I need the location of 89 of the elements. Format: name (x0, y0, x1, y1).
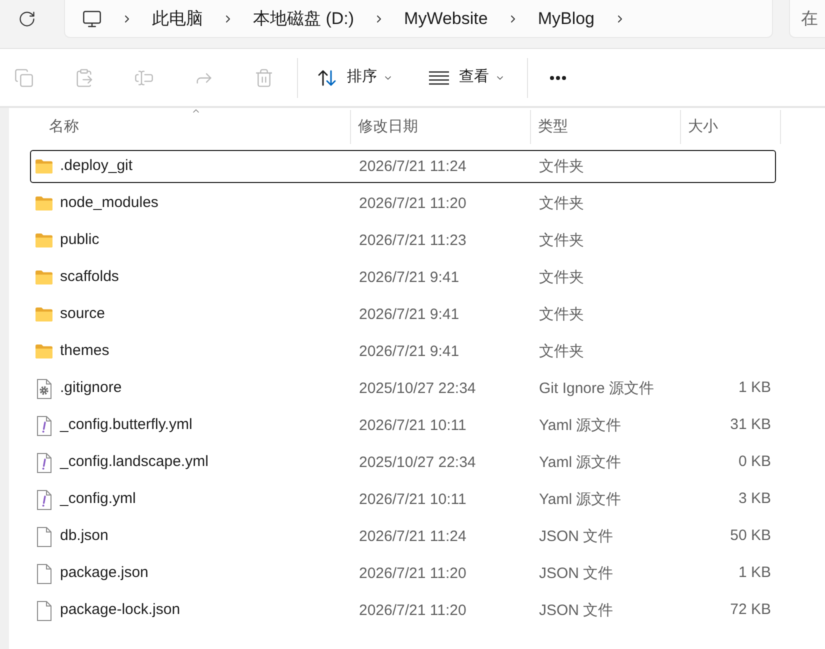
file-row[interactable]: package.json 2026/7/21 11:20 JSON 文件 1 KB (30, 557, 776, 590)
folder-icon (35, 196, 53, 211)
file-row[interactable]: node_modules 2026/7/21 11:20 文件夹 (30, 187, 776, 220)
file-name: node_modules (60, 193, 158, 214)
breadcrumb-item[interactable]: MyWebsite (404, 6, 488, 30)
refresh-icon (18, 10, 36, 28)
file-name: db.json (60, 526, 108, 546)
file-size: 1 KB (738, 563, 771, 584)
folder-icon (35, 159, 53, 174)
breadcrumb-item[interactable]: 此电脑 (152, 6, 203, 30)
folder-icon (35, 307, 53, 322)
file-name: source (60, 304, 106, 324)
file-row[interactable]: source 2026/7/21 9:41 文件夹 (30, 298, 776, 331)
breadcrumb-item[interactable]: MyBlog (538, 6, 594, 30)
view-button[interactable]: 查看 (418, 58, 515, 98)
exclamation-file-icon (36, 452, 52, 472)
file-type: 文件夹 (539, 342, 584, 360)
file-row[interactable]: public 2026/7/21 11:23 文件夹 (30, 224, 776, 257)
file-type: 文件夹 (539, 158, 584, 174)
file-type: 文件夹 (539, 194, 584, 212)
file-name: _config.yml (60, 489, 136, 510)
file-type: 文件夹 (539, 268, 584, 286)
exclamation-file-icon (36, 416, 52, 436)
column-header[interactable]: 名称 (30, 110, 351, 144)
file-type: JSON 文件 (539, 564, 614, 582)
file-icon (36, 526, 52, 546)
modified-date: 2025/10/27 22:34 (359, 380, 476, 396)
modified-date: 2026/7/21 11:23 (359, 232, 466, 248)
file-name: _config.landscape.yml (60, 452, 208, 472)
folder-icon (35, 233, 53, 248)
monitor-icon[interactable] (82, 8, 102, 28)
file-row[interactable]: _config.butterfly.yml 2026/7/21 10:11 Yaml 源文件 31 KB (30, 409, 776, 442)
file-row[interactable]: .gitignore 2025/10/27 22:34 Git Ignore 源文件 1 KB (30, 372, 776, 405)
modified-date: 2026/7/21 10:11 (359, 416, 466, 434)
address-bar[interactable]: 此电脑 本地磁盘 (D:) MyWebsite MyBlog (64, 0, 773, 38)
file-type: 文件夹 (539, 306, 584, 322)
modified-date: 2026/7/21 9:41 (359, 306, 460, 322)
gear-file-icon (36, 378, 52, 398)
file-row[interactable]: scaffolds 2026/7/21 9:41 文件夹 (30, 261, 776, 294)
file-type: Yaml 源文件 (539, 454, 622, 470)
more-icon (550, 76, 566, 80)
file-type: Yaml 源文件 (539, 416, 622, 434)
file-size: 0 KB (738, 452, 771, 472)
exclamation-file-icon (36, 490, 52, 510)
column-header[interactable]: 类型 (531, 110, 681, 144)
folder-icon (35, 344, 53, 359)
file-row[interactable]: .deploy_git 2026/7/21 11:24 文件夹 (30, 150, 776, 183)
modified-date: 2026/7/21 9:41 (359, 342, 460, 360)
file-row[interactable]: _config.yml 2026/7/21 10:11 Yaml 源文件 3 KB (30, 483, 776, 516)
modified-date: 2026/7/21 11:24 (359, 528, 466, 544)
file-name: .gitignore (60, 378, 122, 398)
file-type: Yaml 源文件 (539, 490, 622, 508)
lines-icon (429, 70, 449, 84)
sort-button[interactable]: 排序 (306, 58, 403, 98)
modified-date: 2026/7/21 10:11 (359, 490, 466, 508)
file-type: 文件夹 (539, 232, 584, 248)
file-name: themes (60, 341, 110, 362)
modified-date: 2025/10/27 22:34 (359, 454, 476, 470)
file-type: JSON 文件 (539, 602, 614, 618)
file-row[interactable]: db.json 2026/7/21 11:24 JSON 文件 50 KB (30, 520, 776, 553)
file-type: Git Ignore 源文件 (539, 380, 654, 396)
file-name: package.json (60, 563, 148, 584)
file-size: 3 KB (738, 489, 771, 510)
modified-date: 2026/7/21 11:20 (359, 194, 466, 212)
file-name: scaffolds (60, 267, 119, 288)
file-icon (36, 564, 52, 584)
modified-date: 2026/7/21 9:41 (359, 268, 460, 286)
file-row[interactable]: _config.landscape.yml 2025/10/27 22:34 Yaml 源文件 0 KB (30, 446, 776, 479)
file-row[interactable]: themes 2026/7/21 9:41 文件夹 (30, 335, 776, 368)
column-header[interactable]: 修改日期 (351, 110, 531, 144)
folder-icon (35, 270, 53, 285)
file-name: .deploy_git (60, 156, 133, 176)
modified-date: 2026/7/21 11:20 (359, 602, 466, 618)
file-type: JSON 文件 (539, 528, 614, 544)
modified-date: 2026/7/21 11:20 (359, 564, 466, 582)
search-field[interactable]: 在 (789, 0, 825, 38)
file-size: 1 KB (738, 378, 771, 398)
file-size: 50 KB (730, 526, 771, 546)
file-name: package-lock.json (60, 600, 180, 620)
file-icon (36, 600, 52, 620)
file-name: _config.butterfly.yml (60, 415, 192, 436)
column-header[interactable]: 大小 (681, 110, 781, 144)
file-row[interactable]: package-lock.json 2026/7/21 11:20 JSON 文件 72 KB (30, 594, 776, 627)
breadcrumb-item[interactable]: 本地磁盘 (D:) (253, 6, 354, 30)
file-size: 31 KB (730, 415, 771, 436)
modified-date: 2026/7/21 11:24 (359, 158, 466, 174)
sort-arrows-icon (317, 68, 337, 88)
file-size: 72 KB (730, 600, 771, 620)
file-name: public (60, 230, 100, 250)
